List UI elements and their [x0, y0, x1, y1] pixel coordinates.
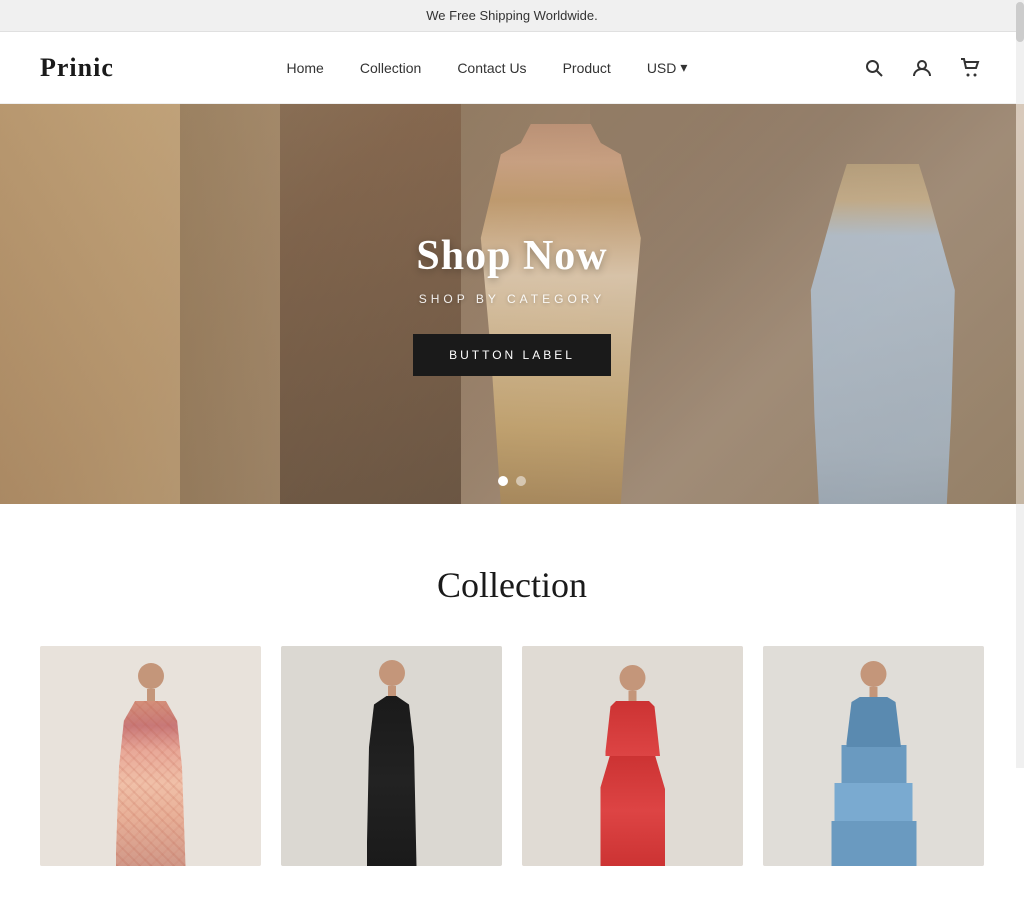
- collection-title: Collection: [40, 564, 984, 606]
- product-image: [40, 646, 261, 866]
- nav-item-collection[interactable]: Collection: [360, 60, 421, 76]
- product-image: [281, 646, 502, 866]
- product-card[interactable]: [522, 646, 743, 866]
- hero-cta-button[interactable]: BUTTON LABEL: [413, 334, 611, 376]
- collection-section: Collection: [0, 504, 1024, 906]
- hero-subtitle: SHOP BY CATEGORY: [413, 292, 611, 306]
- nav-item-contact-us[interactable]: Contact Us: [457, 60, 526, 76]
- search-button[interactable]: [860, 54, 888, 82]
- announcement-text: We Free Shipping Worldwide.: [426, 8, 598, 23]
- product-image: [522, 646, 743, 866]
- header-icons: [860, 54, 984, 82]
- currency-value: USD: [647, 60, 677, 76]
- header: Prinic Home Collection Contact Us Produc…: [0, 32, 1024, 104]
- announcement-bar: We Free Shipping Worldwide.: [0, 0, 1024, 32]
- account-button[interactable]: [908, 54, 936, 82]
- product-card[interactable]: [40, 646, 261, 866]
- hero-title: Shop Now: [413, 232, 611, 280]
- carousel-dots: [498, 476, 526, 486]
- account-icon: [912, 58, 932, 78]
- cart-button[interactable]: [956, 54, 984, 82]
- product-card[interactable]: [763, 646, 984, 866]
- cart-icon: [960, 58, 980, 78]
- product-image: [763, 646, 984, 866]
- carousel-dot-1[interactable]: [498, 476, 508, 486]
- hero-content: Shop Now SHOP BY CATEGORY BUTTON LABEL: [413, 232, 611, 376]
- carousel-dot-2[interactable]: [516, 476, 526, 486]
- currency-arrow: ▾: [680, 59, 687, 76]
- nav-item-home[interactable]: Home: [286, 60, 323, 76]
- hero-banner: Shop Now SHOP BY CATEGORY BUTTON LABEL: [0, 104, 1024, 504]
- currency-selector[interactable]: USD ▾: [647, 59, 688, 76]
- search-icon: [864, 58, 884, 78]
- logo[interactable]: Prinic: [40, 53, 114, 83]
- product-grid: [40, 646, 984, 866]
- nav: Home Collection Contact Us Product USD ▾: [286, 59, 687, 76]
- nav-item-product[interactable]: Product: [563, 60, 611, 76]
- product-card[interactable]: [281, 646, 502, 866]
- scrollbar-thumb[interactable]: [1016, 2, 1024, 42]
